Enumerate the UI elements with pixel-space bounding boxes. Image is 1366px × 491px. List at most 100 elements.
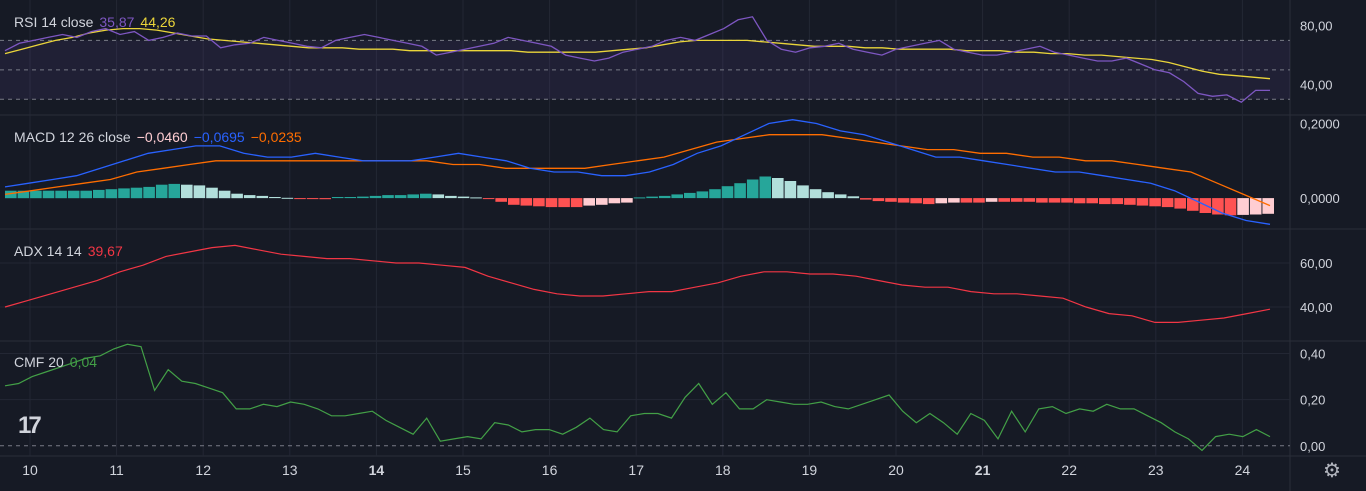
macd-histogram-bar [948, 198, 960, 203]
macd-histogram-bar [860, 198, 872, 200]
macd-histogram-bar [42, 190, 55, 199]
macd-histogram-bar [1161, 198, 1174, 208]
macd-histogram-bar [269, 197, 281, 199]
time-tick-label: 24 [1235, 462, 1251, 478]
macd-histogram-bar [872, 198, 885, 202]
macd-histogram-bar [696, 191, 709, 199]
macd-histogram-bar [67, 190, 80, 199]
macd-histogram-bar [105, 189, 118, 199]
macd-histogram-bar [1187, 198, 1199, 211]
cmf-legend-name: CMF 20 [14, 354, 64, 370]
macd-histogram-bar [482, 198, 495, 200]
macd-histogram-bar [143, 186, 155, 199]
macd-histogram-bar [621, 198, 633, 203]
time-tick-label: 23 [1148, 462, 1164, 478]
macd-histogram-bar [1136, 198, 1149, 206]
macd-histogram-bar [734, 183, 746, 199]
macd-histogram-bar [885, 198, 897, 202]
macd-histogram-bar [445, 195, 457, 199]
macd-histogram-bar [960, 198, 973, 203]
macd-histogram-bar [784, 181, 797, 199]
macd-histogram-bar [243, 195, 256, 199]
cmf-value: 0,04 [69, 354, 98, 370]
macd-histogram-bar [394, 195, 407, 199]
macd-histogram-bar [658, 195, 671, 199]
time-tick-label: 11 [109, 462, 124, 478]
macd-histogram-bar [583, 198, 595, 206]
macd-histogram-bar [545, 198, 558, 208]
macd-histogram-bar [193, 185, 206, 199]
macd-histogram-bar [130, 187, 143, 199]
cmf-axis-label: 0,00 [1300, 439, 1325, 454]
macd-histogram-bar [822, 192, 834, 199]
macd-histogram-bar [331, 197, 344, 199]
macd-histogram-bar [985, 198, 998, 202]
time-tick-label: 19 [802, 462, 818, 478]
macd-histogram-bar [709, 189, 721, 199]
macd-histogram-bar [369, 195, 382, 199]
adx-legend[interactable]: ADX 14 14 39,67 [14, 243, 129, 259]
macd-histogram-bar [1099, 198, 1111, 205]
indicator-chart[interactable]: 80,00 40,00 0,2000 0,0000 60,00 40,00 0,40 0,20… [0, 0, 1366, 491]
macd-histogram-bar [1086, 198, 1098, 204]
macd-histogram-bar [306, 198, 319, 200]
macd-histogram-bar [256, 195, 269, 199]
macd-histogram-bar [746, 179, 759, 199]
macd-histogram-bar [432, 194, 445, 199]
macd-histogram-bar [55, 190, 67, 199]
macd-histogram-bar [797, 185, 809, 199]
macd-histogram-bar [922, 198, 935, 205]
macd-histogram-bar [294, 198, 306, 200]
time-tick-label: 18 [715, 462, 731, 478]
macd-histogram-bar [420, 193, 432, 199]
macd-histogram-bar [834, 194, 847, 199]
time-tick-label: 14 [369, 462, 385, 478]
macd-histogram-bar [533, 198, 545, 207]
macd-histogram-bar [684, 192, 696, 199]
rsi-axis-label: 40,00 [1300, 78, 1333, 93]
macd-histogram-bar [457, 196, 470, 199]
macd-histogram-bar [344, 197, 357, 199]
macd-histogram-bar [407, 194, 419, 199]
time-tick-label: 20 [888, 462, 904, 478]
macd-histogram-bar [1149, 198, 1161, 207]
macd-axis-label: 0,0000 [1300, 191, 1340, 206]
cmf-axis-label: 0,40 [1300, 347, 1325, 362]
macd-histogram-bar [608, 198, 621, 204]
macd-histogram-bar [206, 187, 218, 199]
time-axis[interactable]: 10 11 12 13 14 15 16 17 18 19 20 21 22 23 24 [22, 462, 1250, 478]
macd-histogram-bar [508, 198, 520, 205]
macd-histogram-bar [1262, 198, 1274, 214]
rsi-legend-name: RSI 14 close [14, 14, 94, 30]
macd-histogram-bar [168, 183, 181, 199]
macd-legend[interactable]: MACD 12 26 close −0,0460 −0,0695 −0,0235 [14, 129, 308, 145]
macd-histogram-bar [1111, 198, 1124, 205]
macd-histogram-bar [319, 198, 331, 200]
macd-histogram-bar [1224, 198, 1237, 216]
rsi-value: 35,87 [99, 14, 135, 30]
tradingview-logo[interactable]: 17 [18, 412, 42, 440]
gear-icon[interactable]: ⚙ [1321, 460, 1343, 482]
adx-value: 39,67 [87, 243, 123, 259]
macd-histogram-bar [357, 196, 369, 199]
macd-histogram-bar [1174, 198, 1186, 209]
time-tick-label: 21 [975, 462, 991, 478]
macd-histogram-bar [382, 195, 394, 199]
macd-axis-label: 0,2000 [1300, 116, 1340, 131]
macd-histogram-bar [470, 197, 482, 199]
macd-histogram-bar [897, 198, 910, 203]
macd-histogram-bar [1023, 198, 1036, 202]
macd-histogram-bar [93, 189, 105, 199]
cmf-legend[interactable]: CMF 20 0,04 [14, 354, 103, 370]
time-tick-label: 15 [455, 462, 471, 478]
time-tick-label: 10 [22, 462, 38, 478]
macd-histogram-bar [1061, 198, 1073, 203]
adx-legend-name: ADX 14 14 [14, 243, 82, 259]
time-tick-label: 12 [195, 462, 211, 478]
macd-histogram-bar [935, 198, 948, 204]
rsi-legend[interactable]: RSI 14 close 35,87 44,26 [14, 14, 181, 30]
indicator-panes [0, 16, 1290, 452]
macd-histogram-bar [847, 196, 860, 199]
price-axis[interactable]: 80,00 40,00 0,2000 0,0000 60,00 40,00 0,40 0,20… [1300, 19, 1340, 454]
macd-histogram-bar [181, 184, 193, 199]
